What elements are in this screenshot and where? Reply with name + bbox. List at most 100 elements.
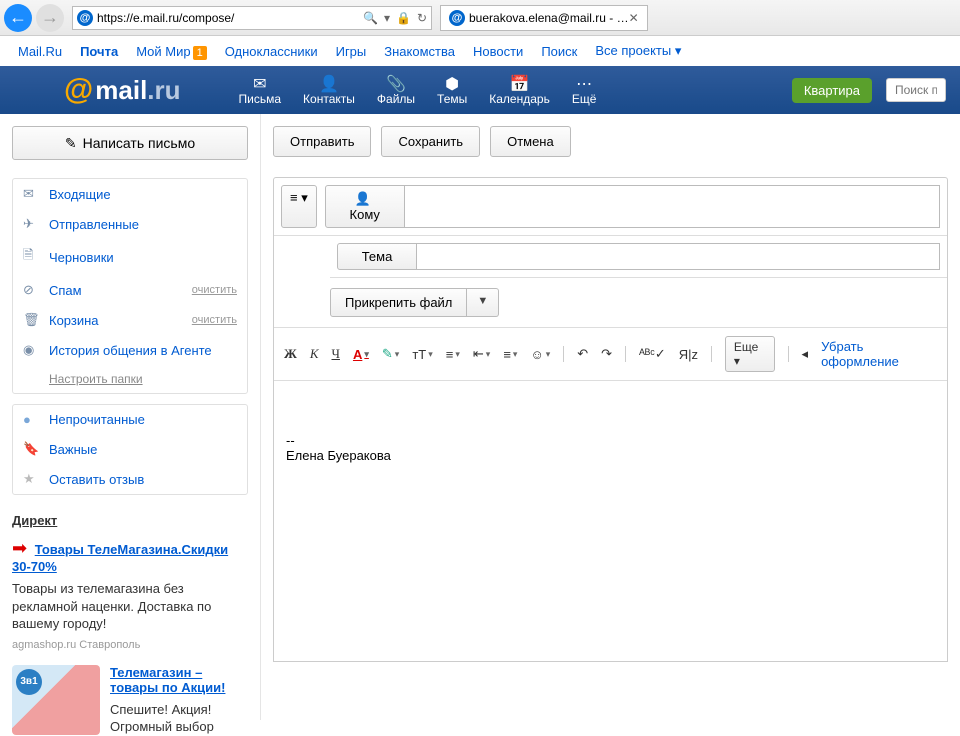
search-icon[interactable]: 🔍 bbox=[363, 11, 378, 25]
translit-button[interactable]: Я|z bbox=[679, 347, 698, 362]
folder-item[interactable]: 🗑Корзинаочистить bbox=[13, 305, 247, 335]
header-item-файлы[interactable]: 📎Файлы bbox=[369, 74, 423, 106]
cancel-button[interactable]: Отмена bbox=[490, 126, 571, 157]
browser-tab[interactable]: @ buerakova.elena@mail.ru - … ✕ bbox=[440, 5, 648, 31]
clear-link[interactable]: очистить bbox=[192, 284, 237, 296]
nav-games[interactable]: Игры bbox=[336, 44, 367, 59]
header-icon: 👤 bbox=[319, 74, 339, 92]
folder-item[interactable]: ✈ Отправленные bbox=[13, 209, 247, 239]
tab-icon: @ bbox=[449, 10, 465, 26]
remove-formatting-link[interactable]: Убрать оформление bbox=[821, 339, 937, 369]
folder-label: Отправленные bbox=[49, 217, 139, 232]
filter-item[interactable]: ● Непрочитанные bbox=[13, 405, 247, 434]
folder-label: История общения в Агенте bbox=[49, 343, 212, 358]
ad-link-2[interactable]: Телемагазин – товары по Акции! bbox=[110, 665, 248, 695]
close-icon[interactable]: ✕ bbox=[629, 11, 639, 25]
browser-forward-button[interactable]: → bbox=[36, 4, 64, 32]
nav-dating[interactable]: Знакомства bbox=[384, 44, 455, 59]
tab-title: buerakova.elena@mail.ru - … bbox=[469, 11, 629, 25]
header-item-письма[interactable]: ✉Письма bbox=[231, 74, 290, 106]
header-item-label: Файлы bbox=[377, 92, 415, 106]
filter-item[interactable]: ★Оставить отзыв bbox=[13, 464, 247, 494]
folder-item[interactable]: ◉ История общения в Агенте bbox=[13, 335, 247, 365]
mailru-logo[interactable]: @mail.ru bbox=[64, 73, 181, 107]
folder-label: Спам bbox=[49, 283, 82, 298]
compose-label: Написать письмо bbox=[83, 135, 195, 151]
folder-icon: ◉ bbox=[23, 342, 41, 358]
configure-folders-link[interactable]: Настроить папки bbox=[39, 365, 247, 393]
highlight-button[interactable]: ✎▾ bbox=[382, 346, 399, 362]
signature-separator: -- bbox=[286, 433, 935, 448]
folder-item[interactable]: ⊘Спамочистить bbox=[13, 275, 247, 305]
folder-icon: 🗎 bbox=[23, 246, 41, 268]
compose-button[interactable]: ✎ Написать письмо bbox=[12, 126, 248, 160]
header-item-label: Темы bbox=[437, 92, 467, 106]
undo-button[interactable]: ↶ bbox=[577, 346, 588, 362]
align-button[interactable]: ≡▾ bbox=[446, 347, 460, 362]
attach-file-button[interactable]: Прикрепить файл bbox=[330, 288, 467, 317]
filter-icon: ● bbox=[23, 412, 41, 427]
indent-button[interactable]: ⇤▾ bbox=[473, 346, 490, 362]
font-size-button[interactable]: тТ▾ bbox=[412, 347, 432, 362]
ad-link-1[interactable]: Товары ТелеМагазина.Скидки 30-70% bbox=[12, 542, 228, 574]
url-bar[interactable]: @ https://e.mail.ru/compose/ 🔍▾ 🔒 ↻ bbox=[72, 6, 432, 30]
text-color-button[interactable]: А▾ bbox=[353, 347, 369, 362]
italic-button[interactable]: К bbox=[310, 346, 319, 362]
nav-search[interactable]: Поиск bbox=[541, 44, 577, 59]
underline-button[interactable]: Ч bbox=[332, 346, 340, 362]
ad-text-2: Спешите! Акция! Огромный выбор bbox=[110, 701, 248, 736]
subject-label: Тема bbox=[337, 243, 417, 270]
header-item-ещё[interactable]: ⋯Ещё bbox=[564, 74, 605, 106]
mymir-badge: 1 bbox=[193, 46, 207, 60]
attach-dropdown-button[interactable]: ▼ bbox=[467, 288, 499, 317]
nav-all-projects[interactable]: Все проекты bbox=[595, 43, 671, 58]
spellcheck-button[interactable]: ᴬᴮᶜ✓ bbox=[639, 346, 666, 362]
header-item-темы[interactable]: ⬢Темы bbox=[429, 74, 475, 106]
more-tools-button[interactable]: Еще ▾ bbox=[725, 336, 775, 372]
bold-button[interactable]: Ж bbox=[284, 346, 297, 362]
ad-badge-2: 3в1 bbox=[16, 669, 42, 695]
to-input[interactable] bbox=[405, 185, 940, 228]
recipients-options-button[interactable]: ≡ ▾ bbox=[281, 185, 317, 228]
lock-icon: 🔒 bbox=[396, 11, 411, 25]
nav-news[interactable]: Новости bbox=[473, 44, 523, 59]
ad-text-1: Товары из телемагазина без рекламной нац… bbox=[12, 580, 248, 633]
compose-icon: ✎ bbox=[65, 135, 77, 152]
browser-back-button[interactable]: ← bbox=[4, 4, 32, 32]
apartment-button[interactable]: Квартира bbox=[792, 78, 872, 103]
header-item-label: Календарь bbox=[489, 92, 550, 106]
header-icon: ⋯ bbox=[576, 74, 592, 92]
to-label[interactable]: 👤Кому bbox=[325, 185, 405, 228]
collapse-toolbar-icon[interactable]: ◂ bbox=[802, 346, 809, 362]
save-button[interactable]: Сохранить bbox=[381, 126, 480, 157]
subject-input[interactable] bbox=[417, 243, 940, 270]
list-button[interactable]: ≡▾ bbox=[503, 347, 517, 362]
clear-link[interactable]: очистить bbox=[192, 314, 237, 326]
folder-icon: ✉ bbox=[23, 186, 41, 202]
nav-mailru[interactable]: Mail.Ru bbox=[18, 44, 62, 59]
redo-button[interactable]: ↷ bbox=[601, 346, 612, 362]
nav-mymir[interactable]: Мой Мир bbox=[136, 44, 190, 59]
folder-item[interactable]: 🗎Черновики bbox=[13, 239, 247, 275]
header-item-label: Ещё bbox=[572, 92, 597, 106]
person-icon: 👤 bbox=[355, 191, 371, 206]
message-body-editor[interactable]: -- Елена Буеракова bbox=[274, 381, 947, 661]
folder-label: Входящие bbox=[49, 187, 111, 202]
nav-odnoklassniki[interactable]: Одноклассники bbox=[225, 44, 318, 59]
refresh-icon[interactable]: ↻ bbox=[417, 11, 427, 25]
filter-item[interactable]: 🔖Важные bbox=[13, 434, 247, 464]
send-button[interactable]: Отправить bbox=[273, 126, 371, 157]
ad-header[interactable]: Директ bbox=[12, 513, 57, 528]
ad-image-2[interactable]: 3в1 bbox=[12, 665, 100, 735]
nav-mail[interactable]: Почта bbox=[80, 44, 118, 59]
header-icon: 📎 bbox=[386, 74, 406, 92]
header-item-календарь[interactable]: 📅Календарь bbox=[481, 74, 558, 106]
folder-icon: ✈ bbox=[23, 216, 41, 232]
header-search-input[interactable] bbox=[886, 78, 946, 102]
signature-name: Елена Буеракова bbox=[286, 448, 935, 463]
folder-item[interactable]: ✉ Входящие bbox=[13, 179, 247, 209]
filter-label: Непрочитанные bbox=[49, 412, 145, 427]
header-item-контакты[interactable]: 👤Контакты bbox=[295, 74, 363, 106]
header-icon: ⬢ bbox=[445, 74, 459, 92]
emoji-button[interactable]: ☺▾ bbox=[530, 347, 550, 362]
